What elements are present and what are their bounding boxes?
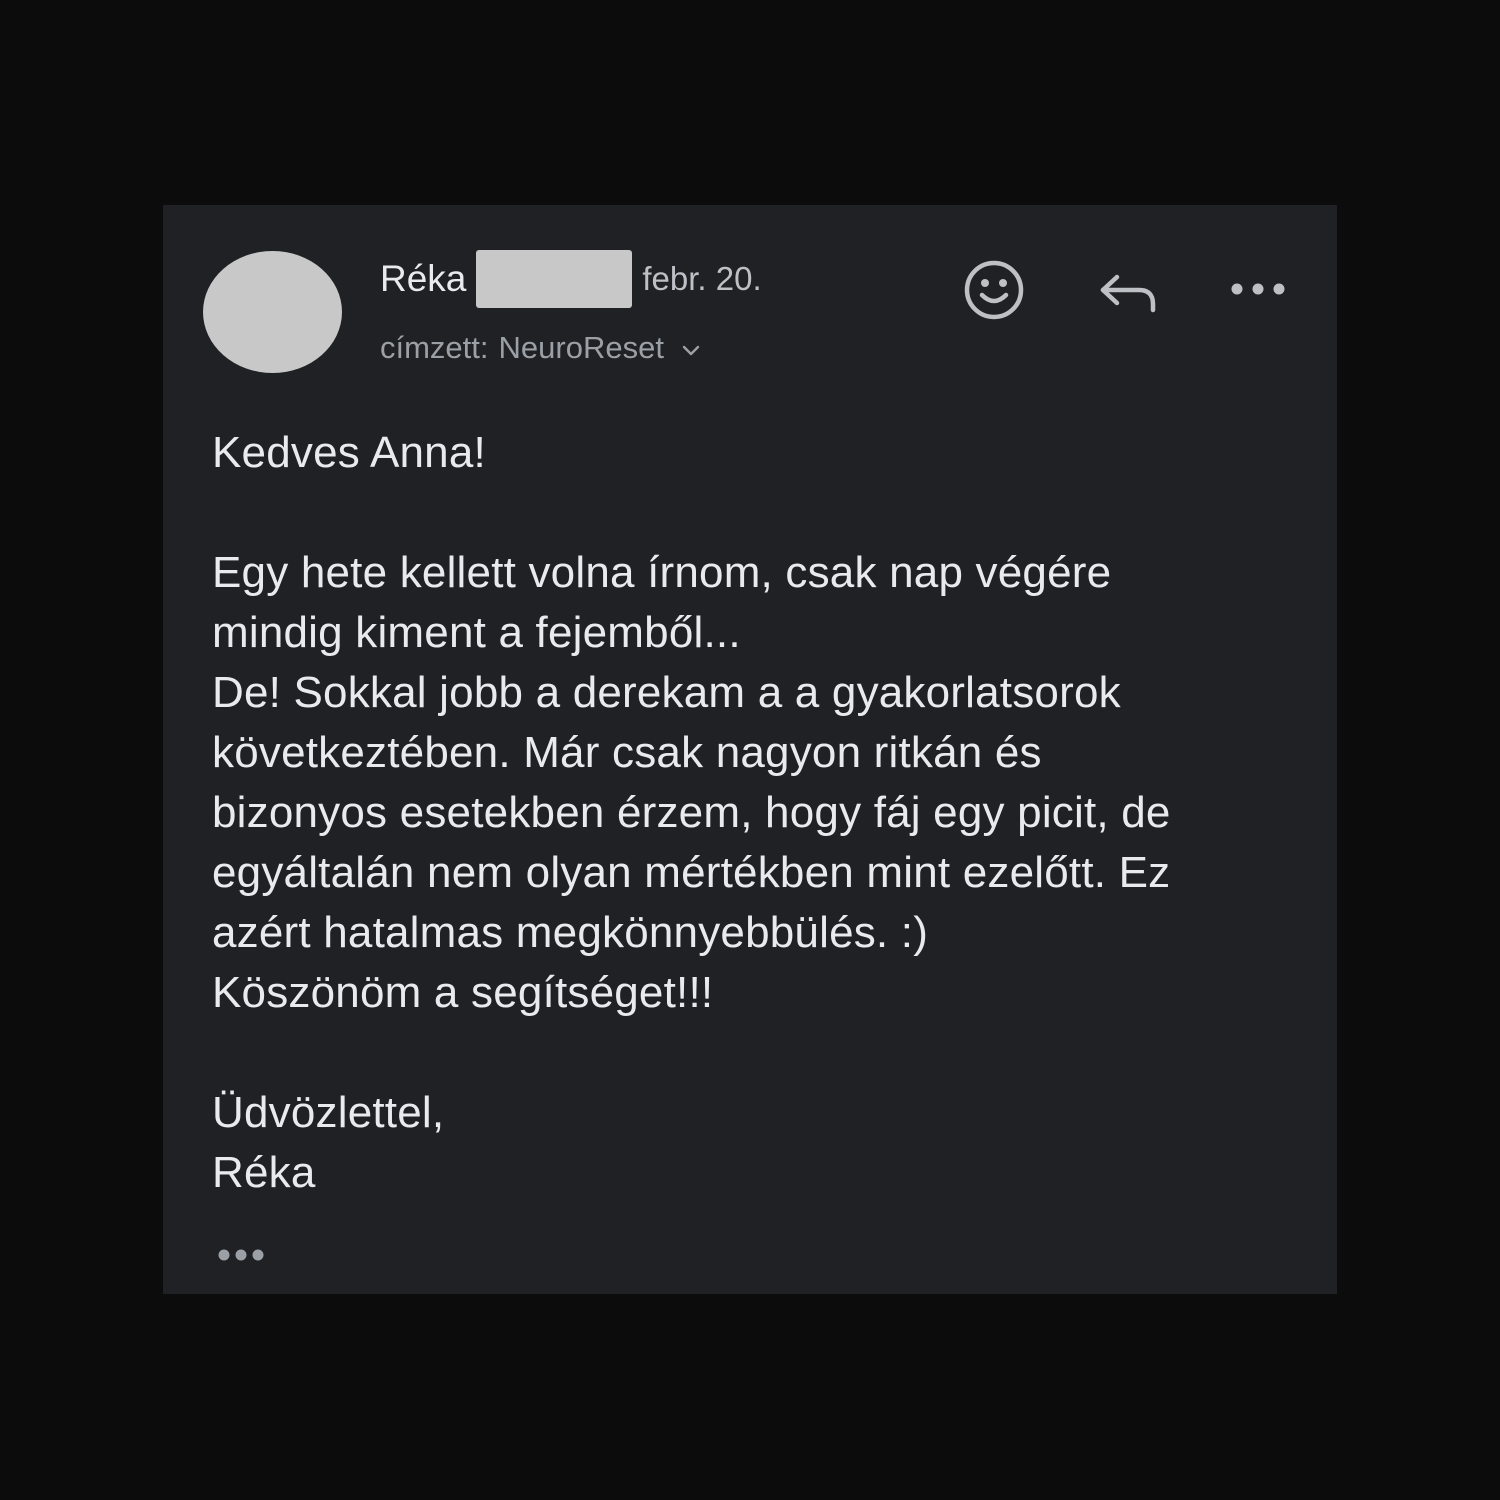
body-line: Köszönöm a segítséget!!! bbox=[212, 968, 714, 1017]
closing: Üdvözlettel, bbox=[212, 1088, 445, 1137]
body-line: Egy hete kellett volna írnom, csak nap v… bbox=[212, 548, 1112, 597]
body-line: mindig kiment a fejemből... bbox=[212, 608, 741, 657]
signature: Réka bbox=[212, 1148, 316, 1197]
body-line: De! Sokkal jobb a derekam a a gyakorlats… bbox=[212, 668, 1121, 717]
reply-button[interactable] bbox=[1093, 255, 1163, 325]
message-body: Kedves Anna! Egy hete kellett volna írno… bbox=[212, 423, 1322, 1203]
recipient-details-toggle[interactable]: címzett: NeuroReset bbox=[380, 323, 704, 373]
recipient-name: NeuroReset bbox=[498, 330, 664, 365]
more-horizontal-icon bbox=[1223, 255, 1293, 325]
avatar[interactable] bbox=[203, 251, 342, 373]
add-reaction-button[interactable] bbox=[959, 255, 1029, 325]
sender-line: Réka febr. 20. bbox=[380, 249, 762, 309]
smiley-icon bbox=[959, 255, 1029, 325]
redacted-surname bbox=[476, 250, 633, 308]
chevron-down-icon[interactable] bbox=[678, 335, 704, 361]
reply-icon bbox=[1093, 255, 1163, 325]
email-message-card: Réka febr. 20. címzett: NeuroReset Kedve… bbox=[163, 205, 1337, 1294]
show-trimmed-content-button[interactable] bbox=[215, 1241, 275, 1269]
recipient-label: címzett: bbox=[380, 330, 489, 365]
sender-name[interactable]: Réka bbox=[380, 258, 466, 300]
more-options-button[interactable] bbox=[1223, 255, 1293, 325]
body-line: következtében. Már csak nagyon ritkán és bbox=[212, 728, 1042, 777]
body-line: azért hatalmas megkönnyebbülés. :) bbox=[212, 908, 929, 957]
message-date: febr. 20. bbox=[642, 260, 762, 297]
body-line: egyáltalán nem olyan mértékben mint ezel… bbox=[212, 848, 1171, 897]
body-line: bizonyos esetekben érzem, hogy fáj egy p… bbox=[212, 788, 1171, 837]
greeting: Kedves Anna! bbox=[212, 428, 486, 477]
ellipsis-icon bbox=[215, 1249, 275, 1273]
